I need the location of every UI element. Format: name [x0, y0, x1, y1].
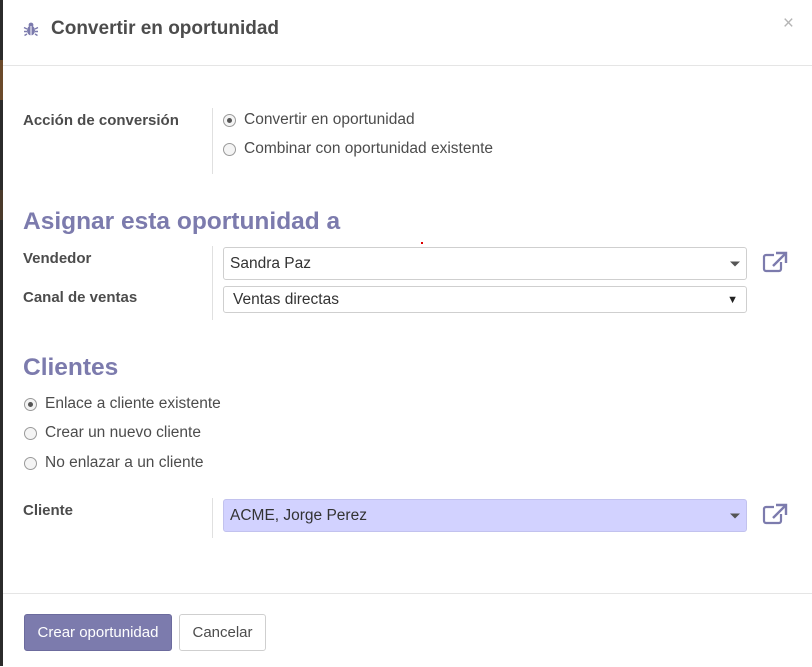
- radio-button-checked[interactable]: [223, 113, 236, 127]
- radio-no-customer[interactable]: No enlazar a un cliente: [24, 454, 204, 472]
- radio-button[interactable]: [24, 456, 37, 470]
- assign-section-title: Asignar esta oportunidad a: [23, 208, 341, 235]
- external-link-icon[interactable]: [762, 503, 788, 525]
- sales-channel-label: Canal de ventas: [23, 289, 138, 306]
- caret-down-icon[interactable]: [730, 261, 740, 266]
- salesperson-field[interactable]: Sandra Paz: [223, 247, 747, 280]
- radio-link-existing-customer[interactable]: Enlace a cliente existente: [24, 395, 221, 413]
- radio-button[interactable]: [24, 426, 37, 440]
- dialog-header: Convertir en oportunidad ×: [3, 0, 812, 66]
- sales-channel-select[interactable]: Ventas directas ▼: [223, 286, 747, 313]
- conversion-action-label: Acción de conversión: [23, 112, 179, 129]
- field-separator: [212, 498, 213, 538]
- customers-section-title: Clientes: [23, 354, 119, 381]
- radio-merge-existing[interactable]: Combinar con oportunidad existente: [223, 140, 493, 158]
- cancel-button[interactable]: Cancelar: [179, 614, 266, 651]
- field-separator: [212, 246, 213, 320]
- radio-convert-opportunity[interactable]: Convertir en oportunidad: [223, 111, 415, 129]
- customer-field[interactable]: ACME, Jorge Perez: [223, 499, 747, 532]
- customer-value: ACME, Jorge Perez: [230, 506, 367, 524]
- caret-down-icon[interactable]: [730, 513, 740, 518]
- dialog-title: Convertir en oportunidad: [51, 18, 279, 39]
- external-link-icon[interactable]: [762, 251, 788, 273]
- sales-channel-value: Ventas directas: [233, 290, 339, 308]
- radio-label: Crear un nuevo cliente: [45, 424, 201, 441]
- create-opportunity-button[interactable]: Crear oportunidad: [24, 614, 172, 651]
- radio-label: Convertir en oportunidad: [244, 111, 415, 128]
- close-icon[interactable]: ×: [783, 14, 794, 33]
- salesperson-label: Vendedor: [23, 250, 92, 267]
- convert-to-opportunity-dialog: Convertir en oportunidad × Acción de con…: [3, 0, 812, 666]
- radio-label: Enlace a cliente existente: [45, 395, 221, 412]
- radio-label: Combinar con oportunidad existente: [244, 140, 494, 157]
- caret-down-icon[interactable]: ▼: [727, 294, 738, 306]
- field-separator: [212, 108, 213, 174]
- bug-icon: [23, 22, 39, 37]
- radio-button-checked[interactable]: [24, 397, 37, 411]
- radio-create-new-customer[interactable]: Crear un nuevo cliente: [24, 424, 201, 442]
- radio-label: No enlazar a un cliente: [45, 454, 204, 471]
- stray-mark: [421, 242, 423, 244]
- dialog-footer: Crear oportunidad Cancelar: [3, 593, 812, 667]
- customer-label: Cliente: [23, 502, 74, 519]
- radio-button[interactable]: [223, 142, 236, 156]
- salesperson-value: Sandra Paz: [230, 254, 311, 272]
